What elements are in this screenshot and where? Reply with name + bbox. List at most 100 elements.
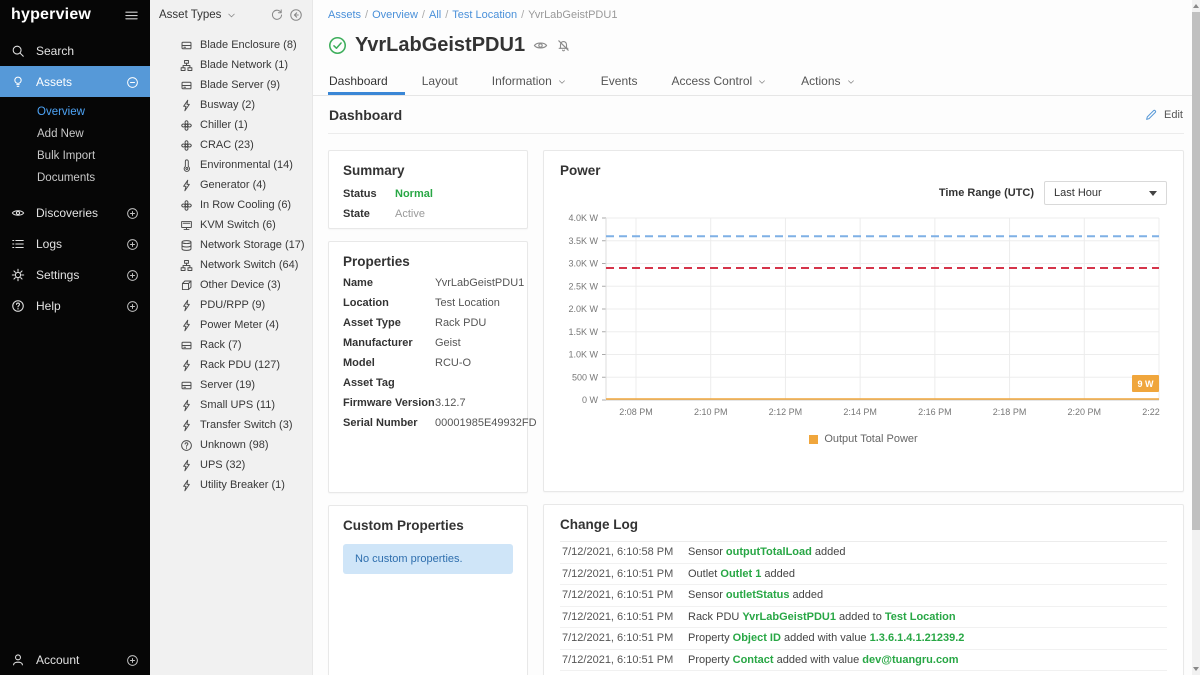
change-log-message: Rack PDU YvrLabGeistPDU1 added to Test L… — [688, 611, 956, 623]
asset-type-label: Network Switch (64) — [200, 259, 298, 271]
asset-type-item-network-storage[interactable]: Network Storage (17) — [150, 235, 312, 255]
time-range-value: Last Hour — [1054, 187, 1102, 199]
hamburger-menu-icon[interactable] — [124, 8, 139, 23]
asset-type-item-other-device[interactable]: Other Device (3) — [150, 275, 312, 295]
tab-layout[interactable]: Layout — [405, 69, 475, 95]
server-icon — [180, 379, 193, 392]
edit-button[interactable]: Edit — [1144, 108, 1183, 122]
sidebar-item-discoveries[interactable]: Discoveries — [0, 197, 150, 228]
asset-type-item-blade-enclosure[interactable]: Blade Enclosure (8) — [150, 35, 312, 55]
server-icon — [180, 339, 193, 352]
property-label: Manufacturer — [343, 336, 435, 351]
asset-type-item-busway[interactable]: Busway (2) — [150, 95, 312, 115]
asset-type-item-crac[interactable]: CRAC (23) — [150, 135, 312, 155]
asset-type-item-chiller[interactable]: Chiller (1) — [150, 115, 312, 135]
change-log-row: 7/12/2021, 6:10:58 PMSensor outputTotalL… — [560, 542, 1167, 564]
asset-types-dropdown[interactable]: Asset Types — [159, 9, 221, 21]
asset-type-item-pdu-rpp[interactable]: PDU/RPP (9) — [150, 295, 312, 315]
bolt-icon — [180, 399, 193, 412]
summary-state-label: State — [343, 207, 395, 222]
scrollbar-up-arrow[interactable] — [1193, 4, 1199, 8]
asset-type-item-blade-network[interactable]: Blade Network (1) — [150, 55, 312, 75]
sidebar-item-settings[interactable]: Settings — [0, 259, 150, 290]
asset-type-label: Unknown (98) — [200, 439, 268, 451]
asset-type-item-server[interactable]: Server (19) — [150, 375, 312, 395]
tab-access-control[interactable]: Access Control — [654, 69, 784, 95]
expand-plus-icon[interactable] — [126, 298, 139, 312]
change-log-timestamp: 7/12/2021, 6:10:51 PM — [560, 632, 688, 644]
sidebar-item-account[interactable]: Account — [0, 644, 150, 675]
collapse-minus-icon[interactable] — [126, 74, 139, 88]
expand-plus-icon[interactable] — [126, 236, 139, 250]
sidebar-item-search[interactable]: Search — [0, 35, 150, 66]
tab-label: Information — [492, 74, 552, 88]
sidebar-item-label: Account — [36, 653, 79, 667]
asset-type-label: Transfer Switch (3) — [200, 419, 293, 431]
breadcrumb-link-all[interactable]: All — [429, 9, 441, 21]
sidebar-subitem-documents[interactable]: Documents — [0, 167, 150, 189]
network-icon — [180, 259, 193, 272]
asset-type-item-rack-pdu[interactable]: Rack PDU (127) — [150, 355, 312, 375]
fan-icon — [180, 139, 193, 152]
svg-text:2.5K W: 2.5K W — [568, 281, 598, 291]
asset-type-item-transfer-switch[interactable]: Transfer Switch (3) — [150, 415, 312, 435]
svg-text:2:20 PM: 2:20 PM — [1068, 407, 1102, 417]
sidebar-subitem-overview[interactable]: Overview — [0, 101, 150, 123]
asset-type-label: In Row Cooling (6) — [200, 199, 291, 211]
sidebar-item-assets[interactable]: Assets — [0, 66, 150, 97]
sidebar-subitem-bulk-import[interactable]: Bulk Import — [0, 145, 150, 167]
asset-type-item-blade-server[interactable]: Blade Server (9) — [150, 75, 312, 95]
breadcrumb-link-overview[interactable]: Overview — [372, 9, 418, 21]
bolt-icon — [180, 459, 193, 472]
summary-status-label: Status — [343, 187, 395, 202]
network-icon — [180, 59, 193, 72]
asset-type-label: Small UPS (11) — [200, 399, 275, 411]
scrollbar-down-arrow[interactable] — [1193, 667, 1199, 671]
bolt-icon — [180, 319, 193, 332]
refresh-icon[interactable] — [270, 8, 284, 22]
properties-title: Properties — [343, 254, 513, 269]
tab-label: Access Control — [671, 74, 752, 88]
eye-icon[interactable] — [533, 38, 548, 53]
chevron-down-icon[interactable] — [226, 9, 237, 21]
asset-type-item-kvm-switch[interactable]: KVM Switch (6) — [150, 215, 312, 235]
asset-type-item-network-switch[interactable]: Network Switch (64) — [150, 255, 312, 275]
asset-type-item-generator[interactable]: Generator (4) — [150, 175, 312, 195]
tab-events[interactable]: Events — [584, 69, 655, 95]
tab-bar: DashboardLayout Information Events Access C… — [328, 69, 1184, 95]
collapse-panel-icon[interactable] — [289, 8, 303, 22]
tab-information[interactable]: Information — [475, 69, 584, 95]
asset-type-label: Network Storage (17) — [200, 239, 305, 251]
asset-type-item-utility-breaker[interactable]: Utility Breaker (1) — [150, 475, 312, 495]
expand-plus-icon[interactable] — [126, 652, 139, 666]
tab-actions[interactable]: Actions — [784, 69, 872, 95]
property-value: Rack PDU — [435, 316, 486, 331]
asset-type-item-environmental[interactable]: Environmental (14) — [150, 155, 312, 175]
expand-plus-icon[interactable] — [126, 267, 139, 281]
breadcrumb-link-test-location[interactable]: Test Location — [452, 9, 517, 21]
expand-plus-icon[interactable] — [126, 205, 139, 219]
asset-type-item-small-ups[interactable]: Small UPS (11) — [150, 395, 312, 415]
asset-type-item-unknown[interactable]: Unknown (98) — [150, 435, 312, 455]
asset-type-item-ups[interactable]: UPS (32) — [150, 455, 312, 475]
scrollbar-thumb[interactable] — [1192, 12, 1200, 530]
asset-type-item-power-meter[interactable]: Power Meter (4) — [150, 315, 312, 335]
time-range-select[interactable]: Last Hour — [1044, 181, 1167, 205]
tab-dashboard[interactable]: Dashboard — [328, 69, 405, 95]
sidebar-item-help[interactable]: Help — [0, 290, 150, 321]
breadcrumb-link-assets[interactable]: Assets — [328, 9, 361, 21]
asset-type-label: CRAC (23) — [200, 139, 254, 151]
sidebar-item-label: Assets — [36, 75, 72, 89]
asset-type-label: Rack PDU (127) — [200, 359, 280, 371]
summary-card: Summary StatusNormal StateActive — [328, 150, 528, 229]
property-value: 00001985E49932FD — [435, 416, 537, 431]
change-log-timestamp: 7/12/2021, 6:10:58 PM — [560, 546, 688, 558]
asset-type-item-in-row-cooling[interactable]: In Row Cooling (6) — [150, 195, 312, 215]
asset-type-item-rack[interactable]: Rack (7) — [150, 335, 312, 355]
change-log-row: 7/12/2021, 6:10:51 PMOutlet Outlet 1 add… — [560, 564, 1167, 586]
sidebar-item-logs[interactable]: Logs — [0, 228, 150, 259]
breadcrumb: Assets/Overview/All/Test Location/YvrLab… — [328, 9, 1184, 21]
bell-muted-icon[interactable] — [556, 38, 571, 53]
sidebar-subitem-add-new[interactable]: Add New — [0, 123, 150, 145]
asset-type-label: Other Device (3) — [200, 279, 281, 291]
